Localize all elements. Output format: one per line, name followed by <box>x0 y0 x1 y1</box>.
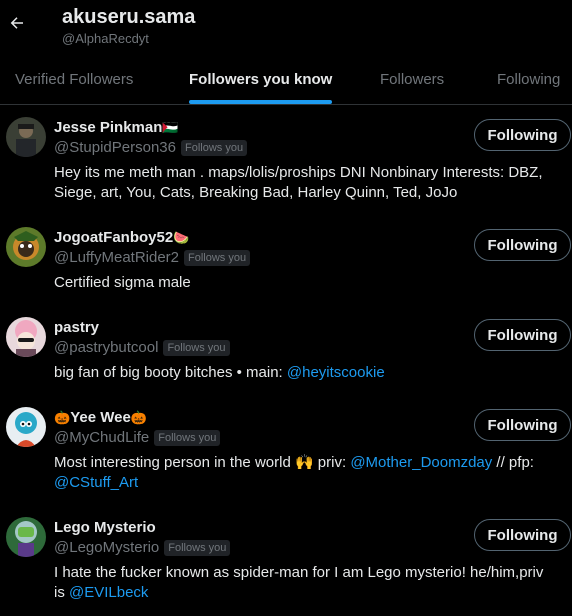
user-row[interactable]: JogoatFanboy52🍉 @LuffyMeatRider2 Follows … <box>0 227 572 297</box>
mention-link[interactable]: @CStuff_Art <box>54 474 138 491</box>
handle-text: @MyChudLife <box>54 429 150 446</box>
following-button[interactable]: Following <box>474 519 571 551</box>
user-handle: @MyChudLife Follows you <box>54 429 221 446</box>
following-button[interactable]: Following <box>474 229 571 261</box>
bio-text: Certified sigma male <box>54 274 191 291</box>
display-name[interactable]: pastry <box>54 319 99 336</box>
avatar[interactable] <box>6 407 46 447</box>
follows-you-badge: Follows you <box>163 339 230 356</box>
mention-link[interactable]: @heyitscookie <box>287 364 385 381</box>
tab-bar: Verified Followers Followers you know Fo… <box>0 55 572 105</box>
avatar[interactable] <box>6 117 46 157</box>
mention-link[interactable]: @EVILbeck <box>69 584 148 601</box>
top-bar: akuseru.sama @AlphaRecdyt <box>0 0 572 52</box>
tab-following[interactable]: Following <box>497 55 560 104</box>
active-tab-indicator <box>189 100 333 104</box>
display-name-text: JogoatFanboy52 <box>54 229 174 246</box>
flag-emoji: 🇵🇸 <box>162 120 179 135</box>
page-handle: @AlphaRecdyt <box>62 31 149 46</box>
tab-followers-you-know[interactable]: Followers you know <box>189 55 333 104</box>
handle-text: @LuffyMeatRider2 <box>54 249 180 266</box>
following-button[interactable]: Following <box>474 409 571 441</box>
user-bio: I hate the fucker known as spider-man fo… <box>54 563 554 603</box>
display-name[interactable]: Jesse Pinkman🇵🇸 <box>54 119 179 136</box>
back-arrow-icon[interactable] <box>6 10 28 36</box>
follows-you-badge: Follows you <box>164 539 231 556</box>
following-button[interactable]: Following <box>474 119 571 151</box>
display-name[interactable]: 🎃Yee Wee🎃 <box>54 409 147 426</box>
display-name-text: Jesse Pinkman <box>54 119 163 136</box>
user-bio: Most interesting person in the world 🙌 p… <box>54 453 554 493</box>
user-bio: Hey its me meth man . maps/lolis/proship… <box>54 163 554 203</box>
bio-text: Hey its me meth man . maps/lolis/proship… <box>54 164 543 201</box>
watermelon-emoji: 🍉 <box>173 230 190 245</box>
bio-text: big fan of big booty bitches • main: <box>54 364 287 381</box>
following-button[interactable]: Following <box>474 319 571 351</box>
tab-label: Followers <box>380 71 445 88</box>
bio-text: Most interesting person in the world 🙌 p… <box>54 454 351 471</box>
avatar[interactable] <box>6 227 46 267</box>
user-row[interactable]: Jesse Pinkman🇵🇸 @StupidPerson36 Follows y… <box>0 117 572 207</box>
user-handle: @StupidPerson36 Follows you <box>54 139 248 156</box>
pumpkin-emoji: 🎃 <box>130 410 147 425</box>
avatar[interactable] <box>6 517 46 557</box>
bio-text: // pfp: <box>492 454 534 471</box>
tab-label: Verified Followers <box>15 71 134 88</box>
tab-verified-followers[interactable]: Verified Followers <box>15 55 133 104</box>
follows-you-badge: Follows you <box>154 429 221 446</box>
user-bio: big fan of big booty bitches • main: @he… <box>54 363 554 383</box>
tab-followers[interactable]: Followers <box>380 55 444 104</box>
mention-link[interactable]: @Mother_Doomzday <box>350 454 492 471</box>
display-name[interactable]: Lego Mysterio <box>54 519 156 536</box>
pumpkin-emoji: 🎃 <box>54 410 71 425</box>
page-title: akuseru.sama <box>62 6 196 28</box>
user-bio: Certified sigma male <box>54 273 554 293</box>
handle-text: @LegoMysterio <box>54 539 160 556</box>
tab-label: Followers you know <box>189 71 333 88</box>
follows-you-badge: Follows you <box>184 249 251 266</box>
display-name[interactable]: JogoatFanboy52🍉 <box>54 229 189 246</box>
tab-label: Following <box>497 71 561 88</box>
user-handle: @pastrybutcool Follows you <box>54 339 230 356</box>
user-row[interactable]: 🎃Yee Wee🎃 @MyChudLife Follows you Most in… <box>0 407 572 497</box>
user-row[interactable]: pastry @pastrybutcool Follows you big fan… <box>0 317 572 387</box>
back-arrow-svg <box>10 17 23 29</box>
user-handle: @LegoMysterio Follows you <box>54 539 231 556</box>
display-name-text: Lego Mysterio <box>54 519 156 536</box>
handle-text: @StupidPerson36 <box>54 139 176 156</box>
display-name-text: Yee Wee <box>70 409 131 426</box>
handle-text: @pastrybutcool <box>54 339 159 356</box>
follows-you-badge: Follows you <box>180 139 248 156</box>
user-row[interactable]: Lego Mysterio @LegoMysterio Follows you I… <box>0 517 572 607</box>
avatar[interactable] <box>6 317 46 357</box>
display-name-text: pastry <box>54 319 100 336</box>
user-handle: @LuffyMeatRider2 Follows you <box>54 249 251 266</box>
